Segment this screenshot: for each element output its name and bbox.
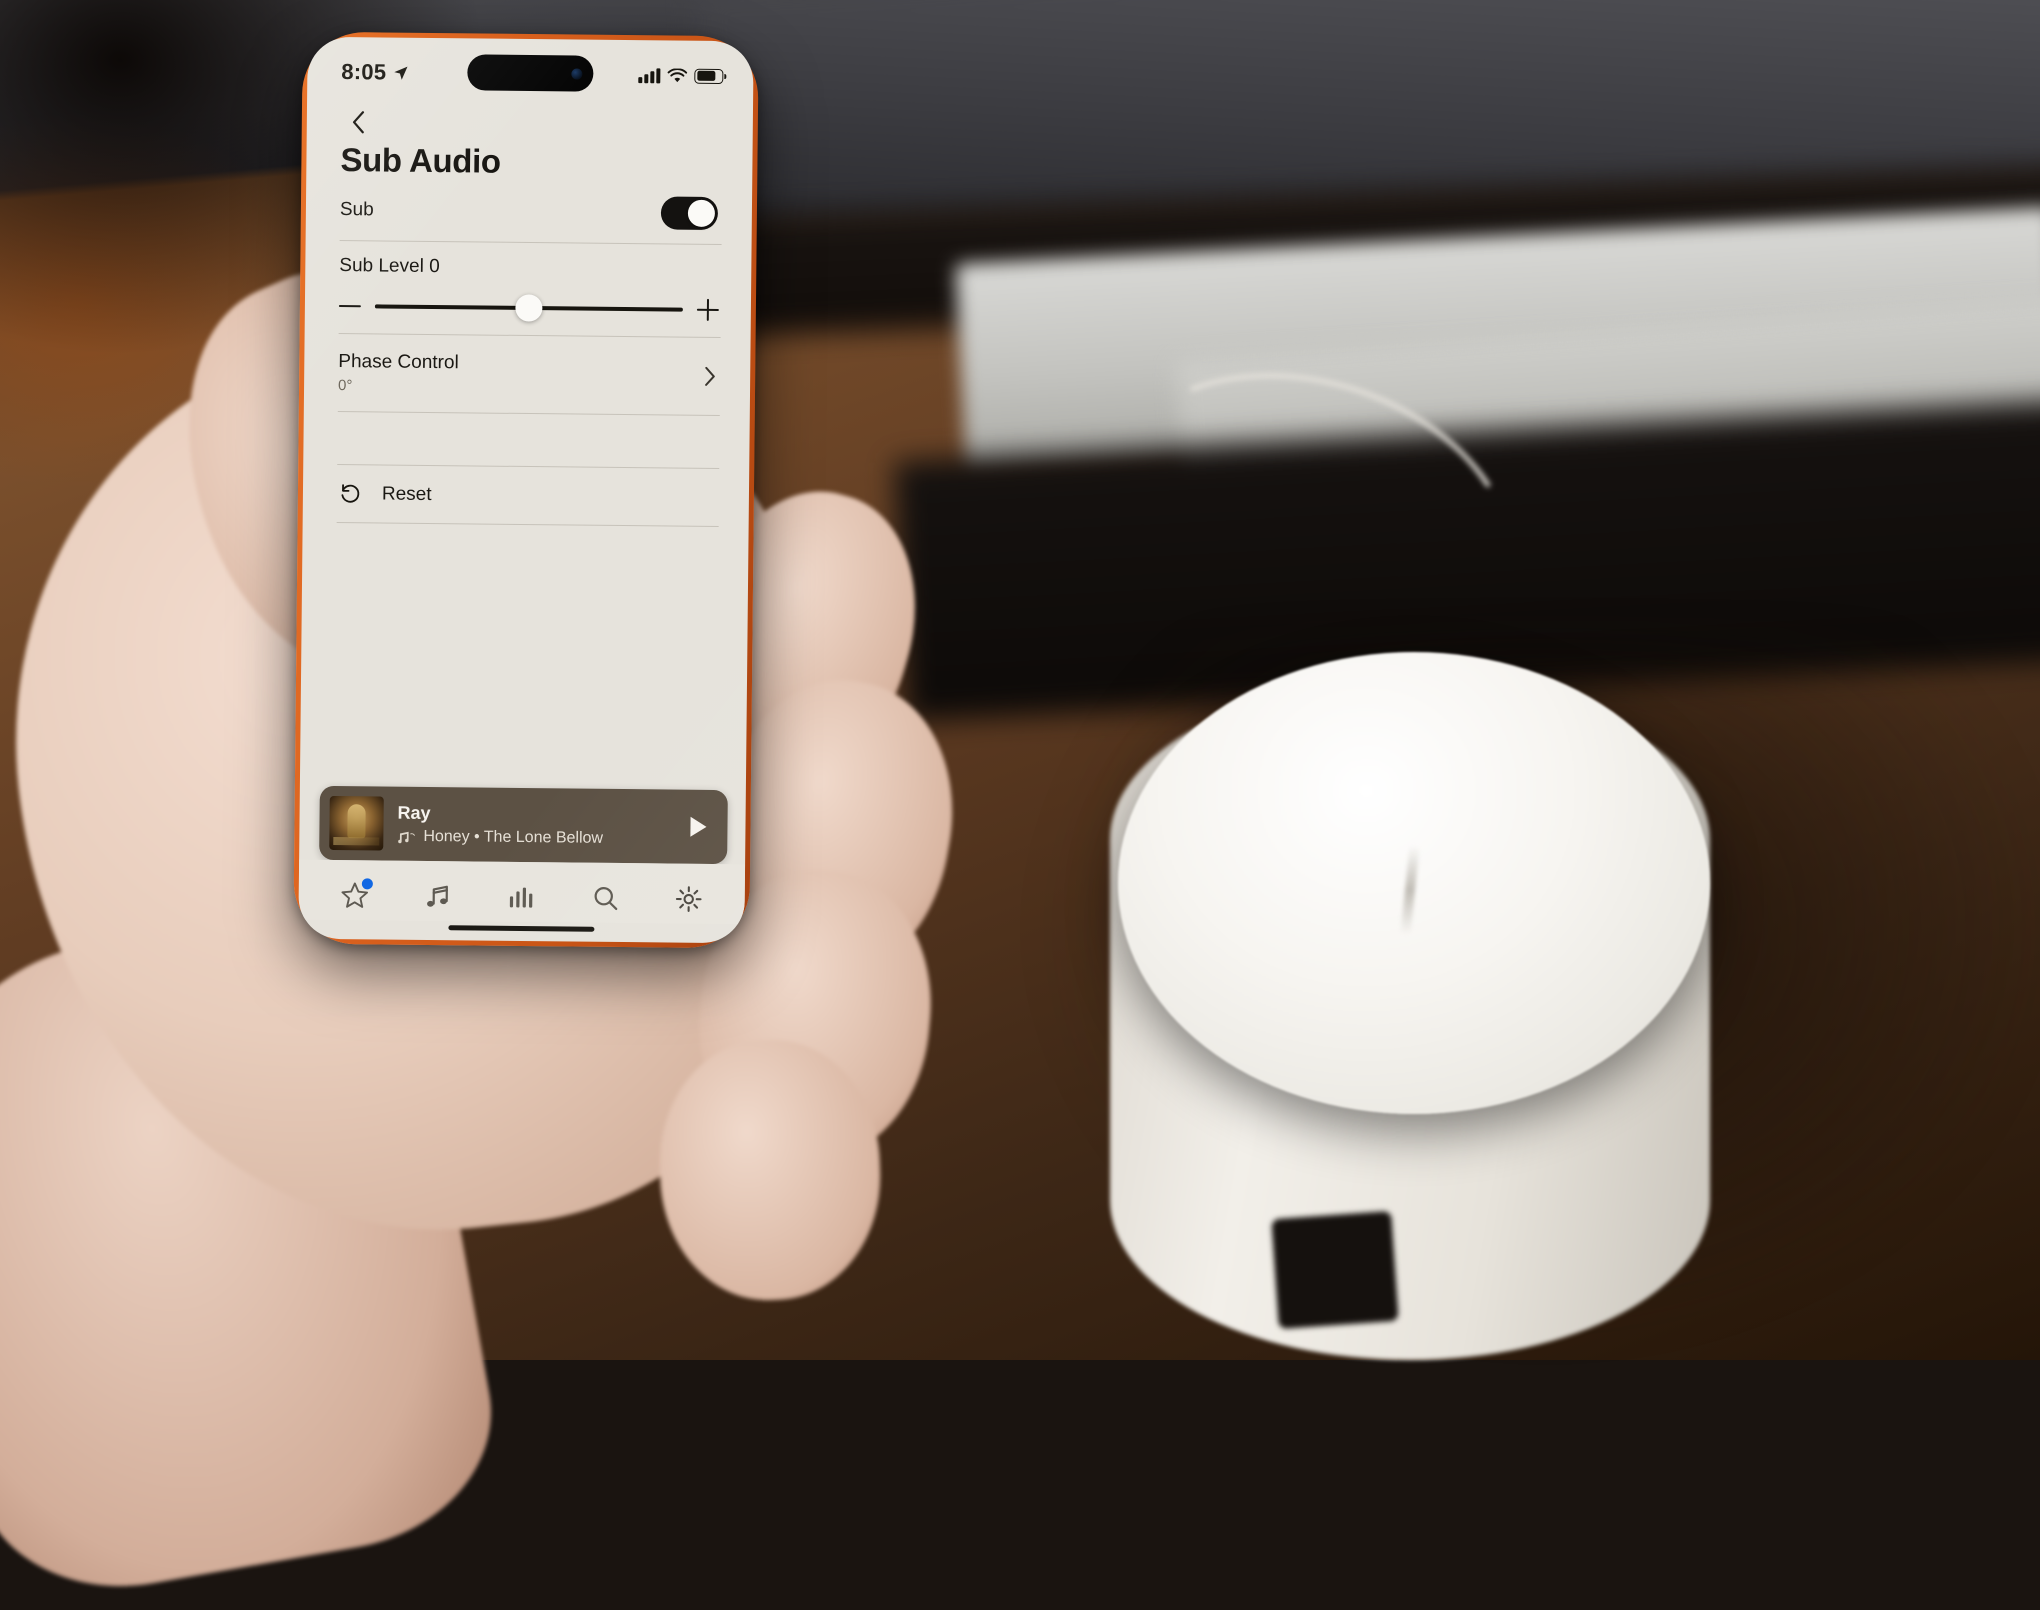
sub-level-slider[interactable] — [375, 304, 683, 311]
back-button[interactable] — [341, 105, 375, 139]
sub-level-block: Sub Level 0 — [339, 241, 722, 337]
chevron-right-icon — [704, 366, 716, 387]
toggle-knob — [687, 199, 715, 227]
sub-toggle[interactable] — [661, 196, 718, 230]
phone-screen: 8:05 — [298, 37, 753, 944]
tab-search[interactable] — [579, 879, 631, 918]
tab-bar — [298, 860, 745, 925]
cellular-signal-icon — [638, 68, 660, 83]
play-button[interactable] — [683, 813, 711, 841]
dynamic-island — [467, 54, 593, 91]
play-icon — [683, 813, 711, 841]
apple-music-icon — [397, 829, 416, 843]
album-artwork — [329, 796, 384, 851]
notification-badge — [362, 878, 373, 889]
equalizer-bars-icon — [507, 882, 537, 911]
tab-browse[interactable] — [412, 877, 464, 916]
plus-icon[interactable] — [697, 299, 719, 321]
now-playing-bar[interactable]: Ray Honey • The Lone Bellow — [319, 786, 728, 864]
sub-level-slider-row — [339, 295, 721, 321]
undo-arrow-icon — [339, 482, 362, 505]
now-playing-text: Ray Honey • The Lone Bellow — [397, 802, 669, 848]
status-time: 8:05 — [341, 59, 386, 85]
location-arrow-icon — [393, 65, 408, 80]
tab-levels[interactable] — [496, 878, 548, 917]
now-playing-container: Ray Honey • The Lone Bellow — [299, 786, 746, 865]
status-bar: 8:05 — [307, 37, 754, 98]
sub-level-label: Sub Level 0 — [339, 255, 721, 281]
status-icons — [638, 68, 723, 84]
minus-icon[interactable] — [339, 295, 361, 317]
slider-thumb[interactable] — [515, 294, 542, 321]
tab-favorites[interactable] — [328, 876, 380, 915]
section-gap — [337, 412, 720, 468]
chevron-left-icon — [351, 110, 364, 134]
phase-control-value: 0° — [338, 377, 459, 395]
now-playing-subtitle: Honey • The Lone Bellow — [423, 828, 603, 848]
sub-toggle-row[interactable]: Sub — [340, 179, 723, 244]
navigation-bar — [307, 93, 753, 144]
music-note-icon — [423, 881, 453, 910]
front-camera — [571, 68, 582, 79]
phase-control-text: Phase Control 0° — [338, 351, 459, 395]
search-icon — [590, 883, 620, 912]
now-playing-subtitle-row: Honey • The Lone Bellow — [397, 827, 669, 848]
gear-icon — [674, 884, 704, 913]
now-playing-title: Ray — [397, 802, 669, 827]
battery-icon — [694, 68, 723, 83]
settings-list: Sub Sub Level 0 — [300, 179, 752, 791]
photo-scene: 8:05 — [0, 0, 2040, 1360]
phase-control-label: Phase Control — [338, 351, 459, 374]
tab-settings[interactable] — [663, 879, 715, 918]
reset-label: Reset — [382, 483, 432, 506]
phase-control-row[interactable]: Phase Control 0° — [338, 334, 721, 415]
reset-row[interactable]: Reset — [337, 465, 720, 526]
status-time-group: 8:05 — [341, 59, 408, 86]
wifi-icon — [667, 68, 687, 83]
page-title: Sub Audio — [306, 139, 752, 184]
subwoofer-port-hole — [1271, 1211, 1398, 1329]
sub-label: Sub — [340, 199, 374, 221]
phone: 8:05 — [293, 32, 759, 949]
